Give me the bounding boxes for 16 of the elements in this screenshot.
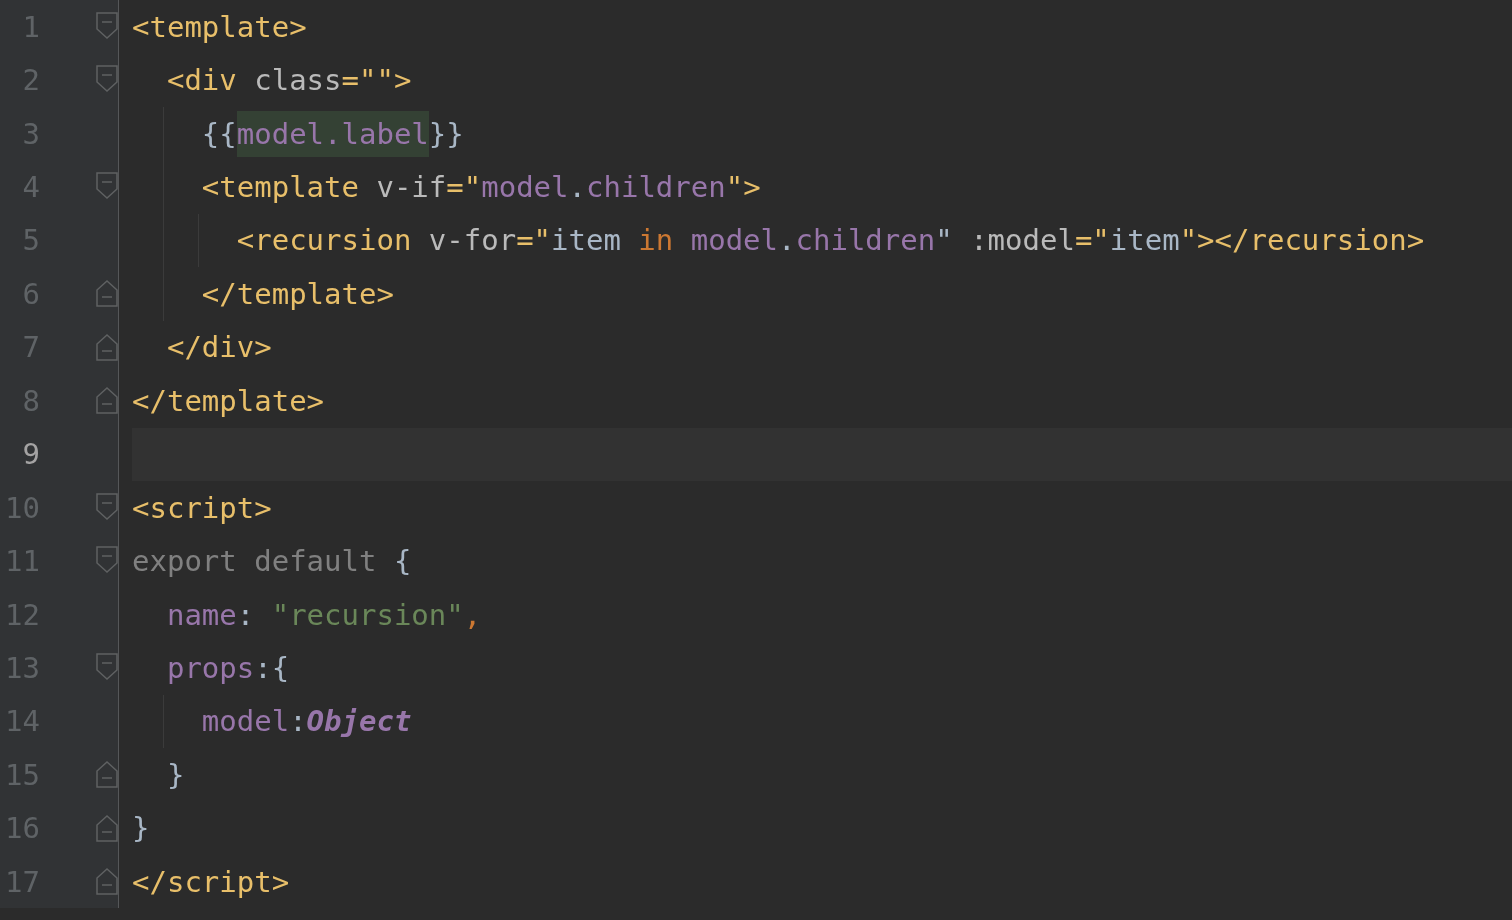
code-line: <template v-if="model.children"> bbox=[200, 169, 761, 207]
code-line: <template> bbox=[132, 8, 307, 46]
code-line: props:{ bbox=[165, 649, 290, 687]
code-line: </template> bbox=[132, 382, 325, 420]
line-number: 9 bbox=[21, 437, 40, 472]
code-line: } bbox=[165, 756, 185, 794]
code-line: <div class=""> bbox=[165, 62, 412, 100]
code-line: </div> bbox=[165, 329, 272, 367]
code-line: } bbox=[132, 810, 150, 848]
code-line: </script> bbox=[132, 863, 290, 901]
code-line: </template> bbox=[200, 275, 394, 313]
code-line: model:Object bbox=[200, 703, 412, 741]
code-line: <script> bbox=[132, 489, 272, 527]
code-line: <recursion v-for="item in model.children" :model="item"></recursion> bbox=[235, 222, 1425, 260]
code-line: name: "recursion", bbox=[165, 596, 482, 634]
code-line: export default { bbox=[132, 543, 412, 581]
